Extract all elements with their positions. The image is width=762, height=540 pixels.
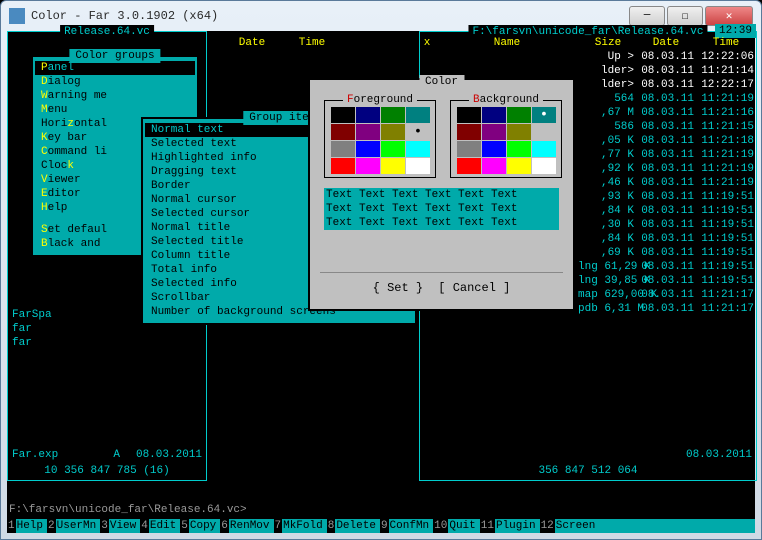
fnkey-10[interactable]: 10Quit <box>433 519 480 533</box>
bg-label: Background <box>469 93 543 107</box>
color-dialog: Color Foreground Background Text Text Te… <box>308 78 575 311</box>
menu-item[interactable]: Panel <box>35 61 195 75</box>
footer-date-right: 08.03.2011 <box>686 448 752 462</box>
color-swatch[interactable] <box>356 141 380 157</box>
color-swatch[interactable] <box>457 158 481 174</box>
fnkey-9[interactable]: 9ConfMn <box>380 519 433 533</box>
color-swatch[interactable] <box>356 158 380 174</box>
groups-menu-title: Color groups <box>69 49 160 63</box>
list-item[interactable]: far <box>12 322 52 336</box>
color-swatch[interactable] <box>532 141 556 157</box>
table-row[interactable]: lder>08.03.1111:21:14 <box>422 64 754 78</box>
color-swatch[interactable] <box>507 107 531 123</box>
menu-item[interactable]: Menu <box>35 103 195 117</box>
footer-date: 08.03.2011 <box>136 448 202 462</box>
color-swatch[interactable] <box>406 124 430 140</box>
fnkey-1[interactable]: 1Help <box>7 519 47 533</box>
fnkey-8[interactable]: 8Delete <box>327 519 380 533</box>
color-swatch[interactable] <box>381 107 405 123</box>
color-swatch[interactable] <box>356 124 380 140</box>
foreground-group: Foreground <box>324 100 436 178</box>
fnkey-12[interactable]: 12Screen <box>540 519 600 533</box>
color-swatch[interactable] <box>457 141 481 157</box>
col-name: Name <box>434 36 580 50</box>
window-title: Color - Far 3.0.1902 (x64) <box>31 9 629 23</box>
color-swatch[interactable] <box>532 158 556 174</box>
minimize-button[interactable]: ─ <box>629 6 665 26</box>
items-menu-title: Group ite <box>243 111 314 125</box>
fnkey-2[interactable]: 2UserMn <box>47 519 100 533</box>
color-swatch[interactable] <box>457 124 481 140</box>
color-swatch[interactable] <box>356 107 380 123</box>
color-swatch[interactable] <box>532 107 556 123</box>
color-swatch[interactable] <box>331 107 355 123</box>
color-swatch[interactable] <box>406 107 430 123</box>
color-swatch[interactable] <box>532 124 556 140</box>
menu-item[interactable]: Warning me <box>35 89 195 103</box>
fnkey-7[interactable]: 7MkFold <box>274 519 327 533</box>
col-time: Time <box>282 36 342 50</box>
col-x: x <box>420 36 434 50</box>
color-swatch[interactable] <box>507 124 531 140</box>
footer-attr: A <box>113 448 120 462</box>
fg-label: Foreground <box>343 93 417 107</box>
close-button[interactable]: ✕ <box>705 6 753 26</box>
fnkey-4[interactable]: 4Edit <box>140 519 180 533</box>
color-swatch[interactable] <box>381 158 405 174</box>
fnkey-3[interactable]: 3View <box>100 519 140 533</box>
footer-filename: Far.exp <box>12 448 58 462</box>
left-panel-title: Release.64.vc <box>60 25 154 39</box>
cancel-button[interactable]: [ Cancel ] <box>434 281 514 295</box>
command-line[interactable]: F:\farsvn\unicode_far\Release.64.vc> <box>9 503 247 517</box>
color-swatch[interactable] <box>482 141 506 157</box>
color-dialog-title: Color <box>419 75 464 89</box>
color-swatch[interactable] <box>381 141 405 157</box>
fnkey-11[interactable]: 11Plugin <box>480 519 540 533</box>
list-item[interactable]: far <box>12 336 52 350</box>
color-swatch[interactable] <box>482 124 506 140</box>
color-swatch[interactable] <box>482 107 506 123</box>
color-swatch[interactable] <box>482 158 506 174</box>
background-group: Background <box>450 100 562 178</box>
color-preview: Text Text Text Text Text Text Text Text … <box>324 188 559 230</box>
app-icon <box>9 8 25 24</box>
color-swatch[interactable] <box>381 124 405 140</box>
menu-item[interactable]: Dialog <box>35 75 195 89</box>
maximize-button[interactable]: ☐ <box>667 6 703 26</box>
color-swatch[interactable] <box>406 141 430 157</box>
color-swatch[interactable] <box>406 158 430 174</box>
color-swatch[interactable] <box>507 158 531 174</box>
color-swatch[interactable] <box>457 107 481 123</box>
col-date: Date <box>222 36 282 50</box>
color-swatch[interactable] <box>331 141 355 157</box>
color-swatch[interactable] <box>507 141 531 157</box>
col-time: Time <box>696 36 756 50</box>
app-window: Color - Far 3.0.1902 (x64) ─ ☐ ✕ Release… <box>0 0 762 540</box>
table-row[interactable]: Up >08.03.1112:22:06 <box>422 50 754 64</box>
function-keys: 1Help2UserMn3View4Edit5Copy6RenMov7MkFol… <box>7 519 755 533</box>
fnkey-6[interactable]: 6RenMov <box>220 519 273 533</box>
right-stats: 356 847 512 064 <box>420 464 756 478</box>
list-item[interactable]: FarSpa <box>12 308 52 322</box>
left-stats: 10 356 847 785 (16) <box>8 464 206 478</box>
color-swatch[interactable] <box>331 124 355 140</box>
col-size: Size <box>580 36 636 50</box>
color-swatch[interactable] <box>331 158 355 174</box>
set-button[interactable]: { Set } <box>369 281 427 295</box>
terminal-area: Release.64.vc Date Time FarSpafarfar Far… <box>7 31 755 533</box>
fnkey-5[interactable]: 5Copy <box>180 519 220 533</box>
col-date: Date <box>636 36 696 50</box>
